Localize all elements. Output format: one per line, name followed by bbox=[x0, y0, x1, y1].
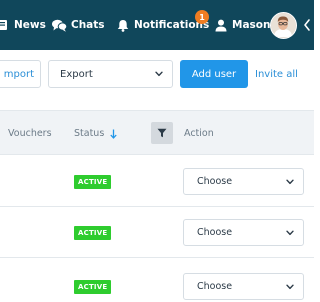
column-header-action: Action bbox=[184, 111, 214, 156]
action-select[interactable]: Choose bbox=[183, 273, 304, 300]
nav-notifications[interactable]: Notifications bbox=[117, 0, 209, 50]
column-header-vouchers-label: Vouchers bbox=[8, 128, 52, 139]
table-header: Vouchers Status Action bbox=[0, 110, 314, 155]
user-name: Mason bbox=[232, 19, 271, 31]
action-select-value: Choose bbox=[197, 176, 233, 187]
chevron-down-icon bbox=[286, 230, 294, 236]
action-select-value: Choose bbox=[197, 227, 233, 238]
add-user-button[interactable]: Add user bbox=[180, 60, 248, 88]
toolbar: mport Export Add user Invite all bbox=[0, 50, 314, 110]
arrow-down-icon[interactable] bbox=[110, 129, 117, 139]
chevron-down-icon bbox=[155, 71, 163, 77]
chat-bubbles-icon bbox=[52, 19, 67, 32]
nav-news[interactable]: News bbox=[0, 0, 46, 50]
table-row: ACTIVE Choose bbox=[0, 207, 314, 258]
avatar-photo-icon bbox=[271, 13, 295, 37]
status-badge: ACTIVE bbox=[74, 280, 112, 294]
table-row: ACTIVE Choose bbox=[0, 156, 314, 207]
export-select[interactable]: Export bbox=[48, 60, 173, 88]
chevron-down-icon bbox=[286, 179, 294, 185]
chevron-left-icon[interactable] bbox=[303, 18, 311, 32]
status-badge: ACTIVE bbox=[74, 175, 112, 189]
table-row: ACTIVE Choose bbox=[0, 258, 314, 302]
notification-count-badge: 1 bbox=[195, 10, 209, 24]
nav-news-label: News bbox=[14, 19, 46, 31]
action-select[interactable]: Choose bbox=[183, 168, 304, 195]
newspaper-icon bbox=[0, 20, 7, 30]
filter-button[interactable] bbox=[151, 122, 173, 144]
nav-user-menu[interactable]: Mason bbox=[215, 0, 270, 50]
chevron-down-icon bbox=[286, 284, 294, 290]
nav-chats-label: Chats bbox=[71, 19, 105, 31]
import-button[interactable]: mport bbox=[0, 60, 41, 88]
nav-chats[interactable]: Chats bbox=[52, 0, 105, 50]
column-header-status[interactable]: Status bbox=[74, 111, 117, 156]
user-icon bbox=[215, 19, 227, 31]
action-select[interactable]: Choose bbox=[183, 219, 304, 246]
status-badge: ACTIVE bbox=[74, 226, 112, 240]
action-select-value: Choose bbox=[197, 281, 233, 292]
funnel-icon bbox=[157, 128, 167, 138]
column-header-vouchers[interactable]: Vouchers bbox=[8, 111, 52, 156]
bell-icon bbox=[117, 19, 129, 32]
column-header-status-label: Status bbox=[74, 128, 105, 139]
avatar[interactable] bbox=[270, 12, 297, 39]
top-navigation-bar: News Chats Notifications 1 Mason bbox=[0, 0, 314, 50]
invite-all-link[interactable]: Invite all bbox=[255, 60, 298, 88]
column-header-action-label: Action bbox=[184, 128, 214, 139]
export-select-value: Export bbox=[60, 68, 93, 80]
